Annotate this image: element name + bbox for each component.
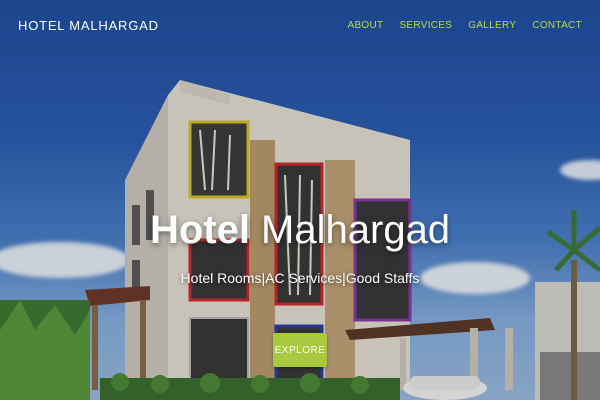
top-navbar: HOTEL MALHARGAD ABOUT SERVICES GALLERY C… bbox=[0, 0, 600, 52]
nav-link-about[interactable]: ABOUT bbox=[347, 20, 383, 31]
explore-button[interactable]: EXPLORE bbox=[273, 333, 327, 367]
nav-menu: ABOUT SERVICES GALLERY CONTACT bbox=[347, 20, 582, 31]
hero-title-bold: Hotel bbox=[149, 208, 250, 252]
hero-title-light: Malhargad bbox=[249, 208, 451, 252]
nav-link-gallery[interactable]: GALLERY bbox=[468, 20, 516, 31]
nav-link-services[interactable]: SERVICES bbox=[399, 20, 452, 31]
brand-logo-text[interactable]: HOTEL MALHARGAD bbox=[18, 18, 159, 33]
hero-tagline: Hotel Rooms|AC Services|Good Staffs bbox=[180, 270, 420, 286]
hero-section: HOTEL MALHARGAD ABOUT SERVICES GALLERY C… bbox=[0, 0, 600, 400]
nav-link-contact[interactable]: CONTACT bbox=[532, 20, 582, 31]
hero-title: Hotel Malhargad bbox=[0, 208, 600, 253]
